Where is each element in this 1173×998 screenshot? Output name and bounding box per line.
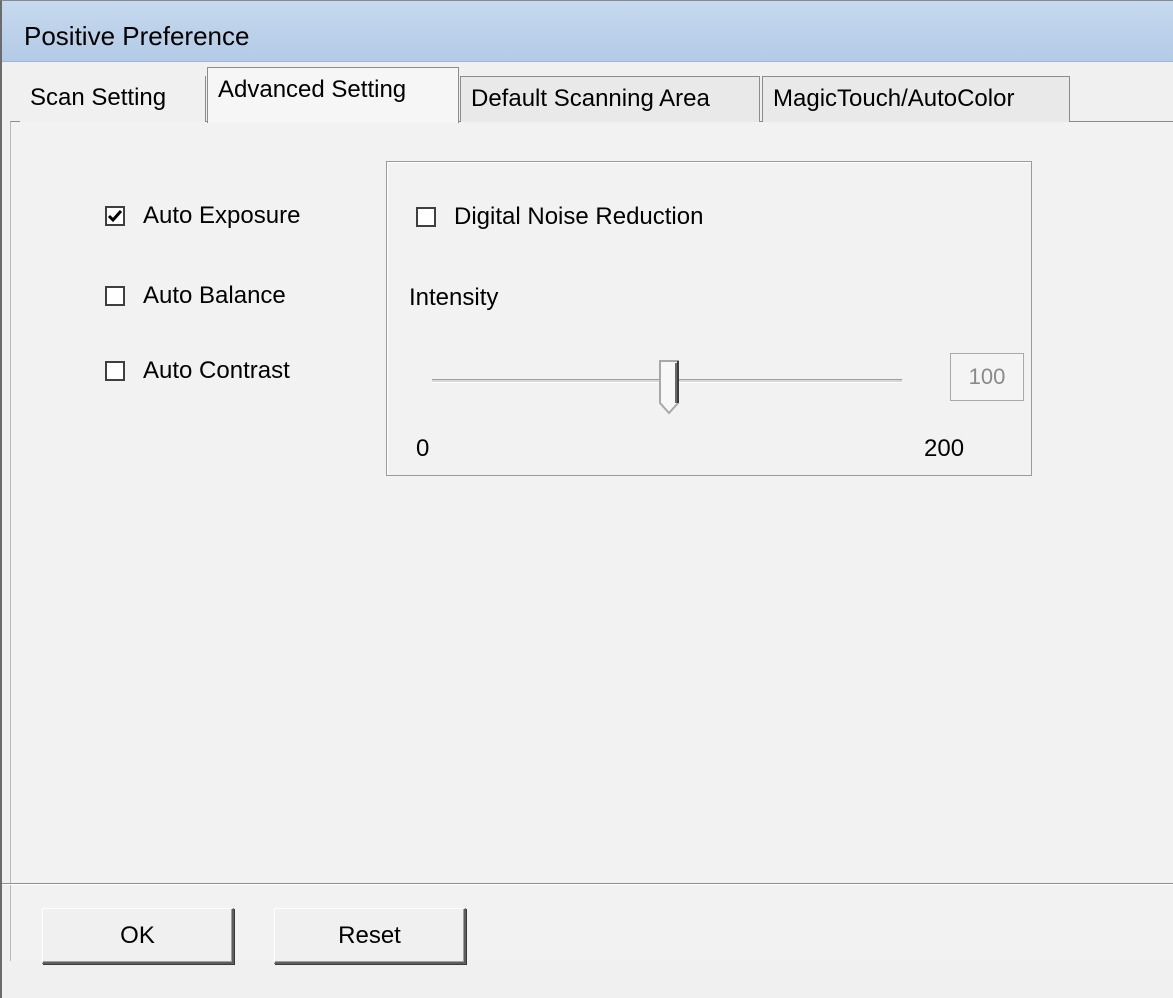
digital-noise-reduction-checkbox[interactable] xyxy=(416,207,436,227)
ok-button[interactable]: OK xyxy=(42,908,234,964)
auto-balance-option[interactable]: Auto Balance xyxy=(105,281,286,311)
auto-balance-label: Auto Balance xyxy=(143,282,286,309)
window-title: Positive Preference xyxy=(24,21,250,51)
slider-min-label: 0 xyxy=(416,435,430,462)
auto-contrast-checkbox[interactable] xyxy=(105,361,125,381)
intensity-value-field[interactable]: 100 xyxy=(950,353,1024,401)
preference-dialog: Positive Preference Scan Setting Advance… xyxy=(0,0,1173,998)
tab-magictouch-autocolor[interactable]: MagicTouch/AutoColor xyxy=(762,76,1070,122)
slider-max-label: 200 xyxy=(924,435,965,462)
intensity-label: Intensity xyxy=(409,284,499,311)
title-bar: Positive Preference xyxy=(2,1,1173,62)
tab-label: Default Scanning Area xyxy=(471,85,710,112)
reset-button[interactable]: Reset xyxy=(274,908,466,964)
digital-noise-reduction-label: Digital Noise Reduction xyxy=(454,203,704,230)
intensity-slider-thumb[interactable] xyxy=(654,359,682,417)
auto-exposure-option[interactable]: Auto Exposure xyxy=(105,201,300,231)
auto-exposure-checkbox[interactable] xyxy=(105,206,125,226)
tab-scan-setting[interactable]: Scan Setting xyxy=(20,76,206,122)
auto-balance-checkbox[interactable] xyxy=(105,286,125,306)
auto-exposure-label: Auto Exposure xyxy=(143,202,301,229)
auto-contrast-label: Auto Contrast xyxy=(143,357,290,384)
tab-label: MagicTouch/AutoColor xyxy=(773,85,1015,112)
bottom-separator xyxy=(2,883,1173,885)
auto-contrast-option[interactable]: Auto Contrast xyxy=(105,356,290,386)
tab-default-scanning-area[interactable]: Default Scanning Area xyxy=(460,76,760,122)
tab-label: Advanced Setting xyxy=(218,76,407,103)
checkmark-icon xyxy=(107,210,123,223)
tab-advanced-setting[interactable]: Advanced Setting xyxy=(207,67,459,123)
tab-label: Scan Setting xyxy=(30,84,167,111)
digital-noise-reduction-option[interactable]: Digital Noise Reduction xyxy=(416,202,703,232)
